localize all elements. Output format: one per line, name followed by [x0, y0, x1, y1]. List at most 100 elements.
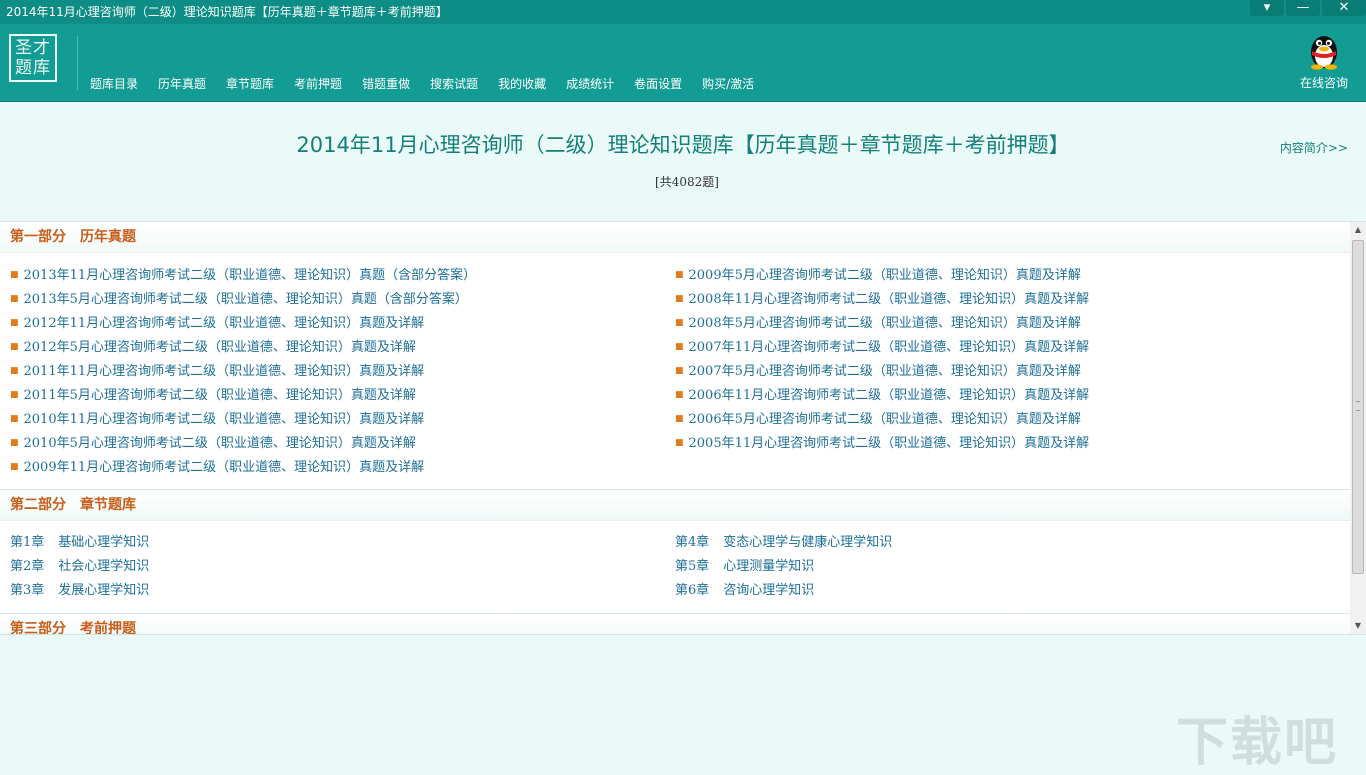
chapter-name: 社会心理学知识: [58, 559, 150, 574]
chapter-right-column: 第4章 变态心理学与健康心理学知识 第5章 心理测量学知识 第6章 咨询心理学知识: [665, 531, 1330, 603]
main-nav: 题库目录 历年真题 章节题库 考前押题 错题重做 搜索试题 我的收藏 成绩统计 …: [80, 76, 764, 92]
exam-link[interactable]: ■ 2008年11月心理咨询师考试二级（职业道德、理论知识）真题及详解: [665, 287, 1330, 311]
logo-line-2: 题库: [15, 58, 51, 78]
minimize-button[interactable]: —: [1286, 0, 1320, 16]
bullet-icon: ■: [10, 294, 19, 304]
chapter-link[interactable]: 第1章 基础心理学知识: [0, 531, 665, 555]
book-title-text: 2014年11月心理咨询师（二级）理论知识题库【历年真题＋章节题库＋考前押题】: [296, 133, 1070, 157]
exam-link-text: 2007年5月心理咨询师考试二级（职业道德、理论知识）真题及详解: [688, 364, 1081, 379]
section-header-chapter-bank: 第二部分 章节题库: [0, 490, 1350, 521]
bullet-icon: ■: [10, 414, 19, 424]
window-title: 2014年11月心理咨询师（二级）理论知识题库【历年真题＋章节题库＋考前押题】: [6, 5, 448, 19]
scrollbar-thumb[interactable]: [1352, 240, 1364, 574]
bullet-icon: ■: [675, 438, 684, 448]
app-logo[interactable]: 圣才 题库: [9, 34, 57, 82]
bullet-icon: ■: [10, 366, 19, 376]
exam-link-text: 2007年11月心理咨询师考试二级（职业道德、理论知识）真题及详解: [688, 340, 1090, 355]
scroll-down-arrow-icon[interactable]: ▼: [1350, 618, 1366, 634]
chapter-number: 第1章: [10, 535, 45, 550]
nav-favorites[interactable]: 我的收藏: [488, 76, 556, 92]
chapter-link[interactable]: 第5章 心理测量学知识: [665, 555, 1330, 579]
exam-link[interactable]: ■ 2006年11月心理咨询师考试二级（职业道德、理论知识）真题及详解: [665, 383, 1330, 407]
nav-catalog[interactable]: 题库目录: [80, 76, 148, 92]
nav-buy-activate[interactable]: 购买/激活: [692, 76, 764, 92]
exam-link-text: 2008年11月心理咨询师考试二级（职业道德、理论知识）真题及详解: [688, 292, 1090, 307]
exam-link[interactable]: ■ 2008年5月心理咨询师考试二级（职业道德、理论知识）真题及详解: [665, 311, 1330, 335]
window-controls: ▾ — ✕: [1248, 0, 1366, 18]
nav-chapter-bank[interactable]: 章节题库: [216, 76, 284, 92]
exam-link-text: 2012年11月心理咨询师考试二级（职业道德、理论知识）真题及详解: [23, 316, 425, 331]
online-consult-button[interactable]: 在线咨询: [1294, 30, 1354, 91]
section-number: 第三部分: [10, 621, 66, 635]
vertical-scrollbar[interactable]: ▲ ▼: [1350, 221, 1366, 635]
exam-link-text: 2011年5月心理咨询师考试二级（职业道德、理论知识）真题及详解: [23, 388, 416, 403]
scrollbar-grip-icon: [1356, 401, 1360, 411]
exam-link-text: 2011年11月心理咨询师考试二级（职业道德、理论知识）真题及详解: [23, 364, 425, 379]
section-name: 考前押题: [80, 621, 136, 635]
chapter-number: 第2章: [10, 559, 45, 574]
dropdown-menu-button[interactable]: ▾: [1250, 0, 1284, 16]
exam-link[interactable]: ■ 2011年11月心理咨询师考试二级（职业道德、理论知识）真题及详解: [0, 359, 665, 383]
bullet-icon: ■: [675, 390, 684, 400]
exam-link[interactable]: ■ 2009年5月心理咨询师考试二级（职业道德、理论知识）真题及详解: [665, 263, 1330, 287]
chapter-link[interactable]: 第2章 社会心理学知识: [0, 555, 665, 579]
exam-link[interactable]: ■ 2005年11月心理咨询师考试二级（职业道德、理论知识）真题及详解: [665, 431, 1330, 455]
chapter-name: 基础心理学知识: [58, 535, 150, 550]
book-title: 2014年11月心理咨询师（二级）理论知识题库【历年真题＋章节题库＋考前押题】 […: [292, 128, 1074, 199]
chapter-name: 心理测量学知识: [723, 559, 815, 574]
nav-past-exams[interactable]: 历年真题: [148, 76, 216, 92]
bullet-icon: ■: [10, 318, 19, 328]
bullet-icon: ■: [10, 438, 19, 448]
chapter-link[interactable]: 第3章 发展心理学知识: [0, 579, 665, 603]
past-exams-right-column: ■ 2009年5月心理咨询师考试二级（职业道德、理论知识）真题及详解 ■ 2008年…: [665, 263, 1330, 479]
chapter-link[interactable]: 第6章 咨询心理学知识: [665, 579, 1330, 603]
exam-link[interactable]: ■ 2006年5月心理咨询师考试二级（职业道德、理论知识）真题及详解: [665, 407, 1330, 431]
bullet-icon: ■: [10, 390, 19, 400]
scroll-up-arrow-icon[interactable]: ▲: [1350, 222, 1366, 238]
bullet-icon: ■: [675, 270, 684, 280]
close-button[interactable]: ✕: [1322, 0, 1366, 16]
exam-link[interactable]: ■ 2011年5月心理咨询师考试二级（职业道德、理论知识）真题及详解: [0, 383, 665, 407]
exam-link-text: 2006年5月心理咨询师考试二级（职业道德、理论知识）真题及详解: [688, 412, 1081, 427]
content-panel: 第一部分 历年真题 ■ 2013年11月心理咨询师考试二级（职业道德、理论知识）真题…: [0, 221, 1350, 635]
exam-link[interactable]: ■ 2007年11月心理咨询师考试二级（职业道德、理论知识）真题及详解: [665, 335, 1330, 359]
nav-redo-wrong[interactable]: 错题重做: [352, 76, 420, 92]
chapter-number: 第3章: [10, 583, 45, 598]
exam-link[interactable]: ■ 2007年5月心理咨询师考试二级（职业道德、理论知识）真题及详解: [665, 359, 1330, 383]
exam-link[interactable]: ■ 2012年11月心理咨询师考试二级（职业道德、理论知识）真题及详解: [0, 311, 665, 335]
bullet-icon: ■: [10, 270, 19, 280]
exam-link[interactable]: ■ 2010年5月心理咨询师考试二级（职业道德、理论知识）真题及详解: [0, 431, 665, 455]
exam-link[interactable]: ■ 2012年5月心理咨询师考试二级（职业道德、理论知识）真题及详解: [0, 335, 665, 359]
section-name: 章节题库: [80, 497, 136, 513]
title-bar: 2014年11月心理咨询师（二级）理论知识题库【历年真题＋章节题库＋考前押题】 …: [0, 0, 1366, 24]
chapter-left-column: 第1章 基础心理学知识 第2章 社会心理学知识 第3章 发展心理学知识: [0, 531, 665, 603]
chapter-number: 第5章: [675, 559, 710, 574]
bullet-icon: ■: [675, 294, 684, 304]
toolbar-divider: [77, 36, 78, 90]
nav-predicted-questions[interactable]: 考前押题: [284, 76, 352, 92]
chapter-link[interactable]: 第4章 变态心理学与健康心理学知识: [665, 531, 1330, 555]
section-header-past-exams: 第一部分 历年真题: [0, 222, 1350, 253]
nav-page-settings[interactable]: 卷面设置: [624, 76, 692, 92]
exam-link-text: 2012年5月心理咨询师考试二级（职业道德、理论知识）真题及详解: [23, 340, 416, 355]
exam-link[interactable]: ■ 2010年11月心理咨询师考试二级（职业道德、理论知识）真题及详解: [0, 407, 665, 431]
intro-link[interactable]: 内容简介>>: [1280, 139, 1348, 156]
past-exams-left-column: ■ 2013年11月心理咨询师考试二级（职业道德、理论知识）真题（含部分答案） ■…: [0, 263, 665, 479]
bullet-icon: ■: [675, 366, 684, 376]
section-name: 历年真题: [80, 229, 136, 245]
exam-link-text: 2013年5月心理咨询师考试二级（职业道德、理论知识）真题（含部分答案）: [23, 292, 468, 307]
nav-search[interactable]: 搜索试题: [420, 76, 488, 92]
question-count: [共4082题]: [655, 175, 719, 189]
exam-link[interactable]: ■ 2013年11月心理咨询师考试二级（职业道德、理论知识）真题（含部分答案）: [0, 263, 665, 287]
bullet-icon: ■: [675, 318, 684, 328]
exam-link[interactable]: ■ 2009年11月心理咨询师考试二级（职业道德、理论知识）真题及详解: [0, 455, 665, 479]
exam-link[interactable]: ■ 2013年5月心理咨询师考试二级（职业道德、理论知识）真题（含部分答案）: [0, 287, 665, 311]
bullet-icon: ■: [10, 462, 19, 472]
bullet-icon: ■: [10, 342, 19, 352]
nav-score-stats[interactable]: 成绩统计: [556, 76, 624, 92]
chapter-number: 第4章: [675, 535, 710, 550]
exam-link-text: 2006年11月心理咨询师考试二级（职业道德、理论知识）真题及详解: [688, 388, 1090, 403]
bullet-icon: ■: [675, 414, 684, 424]
chapter-name: 咨询心理学知识: [723, 583, 815, 598]
chapter-list: 第1章 基础心理学知识 第2章 社会心理学知识 第3章 发展心理学知识 第4章 变态心理…: [0, 521, 1350, 614]
